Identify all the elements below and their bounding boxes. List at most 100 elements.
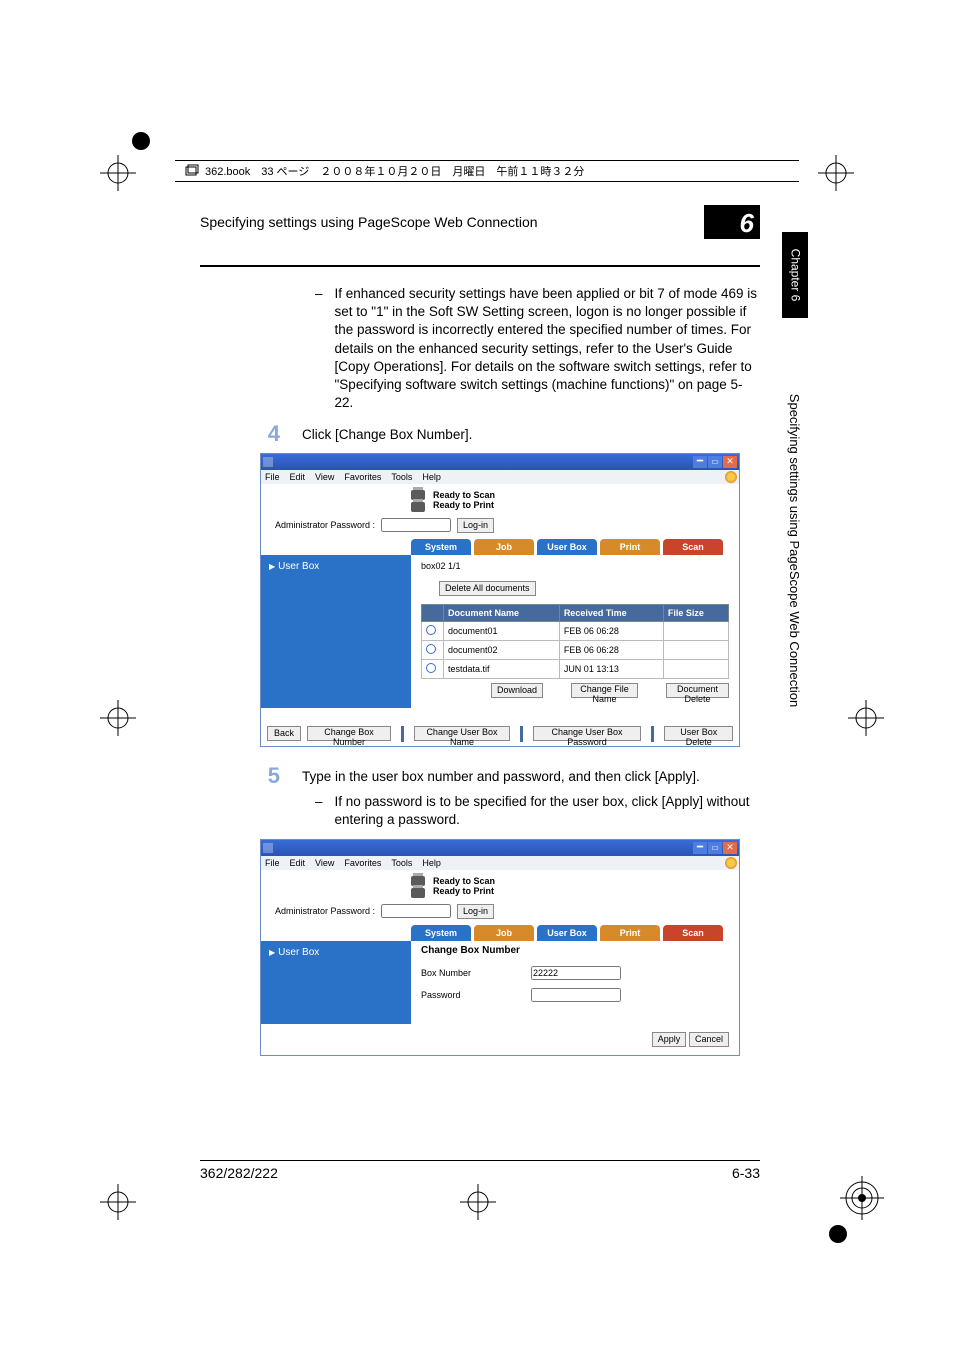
cell-file-size bbox=[663, 621, 728, 640]
cell-received-time: FEB 06 06:28 bbox=[559, 640, 663, 659]
separator-icon bbox=[401, 726, 404, 742]
row-radio[interactable] bbox=[426, 663, 436, 673]
admin-password-input[interactable] bbox=[381, 904, 451, 918]
menu-tools[interactable]: Tools bbox=[391, 472, 412, 482]
download-button[interactable]: Download bbox=[491, 683, 543, 698]
admin-password-label: Administrator Password : bbox=[275, 520, 375, 530]
row-radio[interactable] bbox=[426, 644, 436, 654]
tab-system[interactable]: System bbox=[411, 925, 471, 941]
tab-scan[interactable]: Scan bbox=[663, 925, 723, 941]
col-file-size: File Size bbox=[663, 604, 728, 621]
user-box-delete-button[interactable]: User Box Delete bbox=[664, 726, 733, 741]
book-header-text: 362.book 33 ページ ２００８年１０月２０日 月曜日 午前１１時３２分 bbox=[205, 163, 584, 179]
status-ready-print: Ready to Print bbox=[433, 886, 495, 896]
status-ready-print: Ready to Print bbox=[433, 500, 495, 510]
crop-mark-icon bbox=[100, 700, 136, 736]
admin-password-label: Administrator Password : bbox=[275, 906, 375, 916]
cell-doc-name: testdata.tif bbox=[444, 659, 560, 678]
menu-edit[interactable]: Edit bbox=[290, 472, 306, 482]
col-select bbox=[422, 604, 444, 621]
separator-icon bbox=[651, 726, 654, 742]
dash-bullet: – bbox=[315, 793, 323, 829]
row-radio[interactable] bbox=[426, 625, 436, 635]
close-button[interactable]: ✕ bbox=[723, 842, 737, 854]
footer-page-number: 6-33 bbox=[732, 1165, 760, 1181]
minimize-button[interactable]: ━ bbox=[693, 456, 707, 468]
ie-logo-icon bbox=[725, 857, 737, 869]
separator-icon bbox=[520, 726, 523, 742]
window-titlebar: ━ ▭ ✕ bbox=[261, 840, 739, 856]
chapter-number-box: 6 bbox=[704, 205, 760, 239]
tab-userbox[interactable]: User Box bbox=[537, 539, 597, 555]
box-number-label: Box Number bbox=[421, 968, 531, 978]
printer-icon bbox=[411, 888, 425, 898]
menu-view[interactable]: View bbox=[315, 472, 334, 482]
change-user-box-name-button[interactable]: Change User Box Name bbox=[414, 726, 509, 741]
maximize-button[interactable]: ▭ bbox=[708, 842, 722, 854]
sidebar-item-userbox[interactable]: User Box bbox=[278, 947, 319, 958]
menu-tools[interactable]: Tools bbox=[391, 858, 412, 868]
cell-doc-name: document02 bbox=[444, 640, 560, 659]
menu-favorites[interactable]: Favorites bbox=[344, 858, 381, 868]
menu-edit[interactable]: Edit bbox=[290, 858, 306, 868]
tab-print[interactable]: Print bbox=[600, 539, 660, 555]
status-ready-scan: Ready to Scan bbox=[433, 490, 495, 500]
box-info-text: box02 1/1 bbox=[421, 561, 729, 571]
change-file-name-button[interactable]: Change File Name bbox=[571, 683, 638, 698]
box-number-input[interactable] bbox=[531, 966, 621, 980]
triangle-icon: ▶ bbox=[269, 562, 275, 571]
step-5-text: Type in the user box number and password… bbox=[302, 765, 700, 784]
running-head-title: Specifying settings using PageScope Web … bbox=[200, 214, 704, 230]
login-button[interactable]: Log-in bbox=[457, 904, 494, 919]
apply-button[interactable]: Apply bbox=[652, 1032, 687, 1047]
tab-print[interactable]: Print bbox=[600, 925, 660, 941]
menu-favorites[interactable]: Favorites bbox=[344, 472, 381, 482]
browser-menubar: File Edit View Favorites Tools Help bbox=[261, 856, 739, 870]
menu-file[interactable]: File bbox=[265, 472, 280, 482]
change-user-box-password-button[interactable]: Change User Box Password bbox=[533, 726, 641, 741]
table-row: document01 FEB 06 06:28 bbox=[422, 621, 729, 640]
menu-view[interactable]: View bbox=[315, 858, 334, 868]
cell-received-time: FEB 06 06:28 bbox=[559, 621, 663, 640]
tab-job[interactable]: Job bbox=[474, 925, 534, 941]
sidebar: ▶User Box bbox=[261, 941, 411, 1024]
table-row: document02 FEB 06 06:28 bbox=[422, 640, 729, 659]
step-number-4: 4 bbox=[260, 423, 280, 445]
minimize-button[interactable]: ━ bbox=[693, 842, 707, 854]
side-running-title: Specifying settings using PageScope Web … bbox=[782, 340, 808, 760]
cell-received-time: JUN 01 13:13 bbox=[559, 659, 663, 678]
ie-logo-icon bbox=[725, 471, 737, 483]
menu-file[interactable]: File bbox=[265, 858, 280, 868]
tab-userbox[interactable]: User Box bbox=[537, 925, 597, 941]
dash-bullet: – bbox=[315, 285, 323, 413]
browser-window-1: ━ ▭ ✕ File Edit View Favorites Tools Hel… bbox=[260, 453, 740, 747]
printer-icon bbox=[411, 502, 425, 512]
documents-table: Document Name Received Time File Size do… bbox=[421, 604, 729, 679]
form-title: Change Box Number bbox=[421, 945, 729, 956]
col-document-name: Document Name bbox=[444, 604, 560, 621]
maximize-button[interactable]: ▭ bbox=[708, 456, 722, 468]
cancel-button[interactable]: Cancel bbox=[689, 1032, 729, 1047]
menu-help[interactable]: Help bbox=[422, 472, 441, 482]
admin-password-input[interactable] bbox=[381, 518, 451, 532]
change-box-number-button[interactable]: Change Box Number bbox=[307, 726, 391, 741]
table-row: testdata.tif JUN 01 13:13 bbox=[422, 659, 729, 678]
step-4-text: Click [Change Box Number]. bbox=[302, 423, 472, 442]
cell-doc-name: document01 bbox=[444, 621, 560, 640]
tab-scan[interactable]: Scan bbox=[663, 539, 723, 555]
login-button[interactable]: Log-in bbox=[457, 518, 494, 533]
menu-help[interactable]: Help bbox=[422, 858, 441, 868]
crop-mark-icon bbox=[818, 155, 854, 191]
crop-mark-icon bbox=[848, 700, 884, 736]
document-delete-button[interactable]: Document Delete bbox=[666, 683, 729, 698]
close-button[interactable]: ✕ bbox=[723, 456, 737, 468]
password-input[interactable] bbox=[531, 988, 621, 1002]
tab-system[interactable]: System bbox=[411, 539, 471, 555]
back-button[interactable]: Back bbox=[267, 726, 301, 741]
sidebar-item-userbox[interactable]: User Box bbox=[278, 561, 319, 572]
step-number-5: 5 bbox=[260, 765, 280, 787]
col-received-time: Received Time bbox=[559, 604, 663, 621]
delete-all-documents-button[interactable]: Delete All documents bbox=[439, 581, 536, 596]
tab-job[interactable]: Job bbox=[474, 539, 534, 555]
cell-file-size bbox=[663, 659, 728, 678]
